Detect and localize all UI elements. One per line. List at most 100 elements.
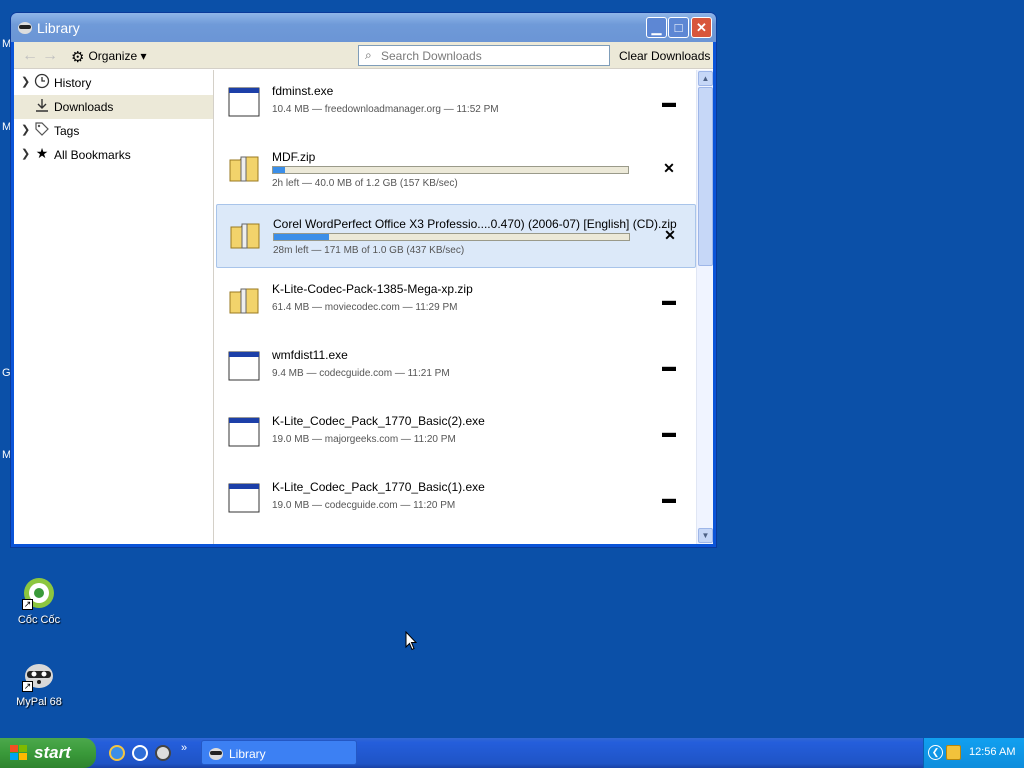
exe-file-icon [228, 86, 260, 118]
zip-file-icon [228, 284, 260, 316]
download-row[interactable]: Corel WordPerfect Office X3 Professio...… [216, 204, 696, 268]
shortcut-arrow-icon: ↗ [22, 681, 33, 692]
download-filename: K-Lite-Codec-Pack-1385-Mega-xp.zip [272, 282, 473, 296]
media-player-icon[interactable] [155, 745, 171, 761]
exe-file-icon [228, 350, 260, 382]
download-row[interactable]: K-Lite-Codec-Pack-1385-Mega-xp.zip 61.4 … [216, 270, 696, 334]
zip-file-icon [229, 219, 261, 251]
cancel-download-icon[interactable]: ✕ [662, 227, 678, 243]
organize-label: Organize [88, 49, 138, 63]
desktop-icon-label: MyPal 68 [16, 696, 62, 708]
raccoon-icon: ↗ [22, 658, 56, 692]
taskbar: start » Library ❮ 12:56 AM [0, 738, 1024, 768]
download-filename: Corel WordPerfect Office X3 Professio...… [273, 217, 677, 231]
download-progress-bar [272, 166, 629, 174]
download-status: 9.4 MB — codecguide.com — 11:21 PM [272, 368, 450, 379]
sidebar-item-all-bookmarks[interactable]: ❯ ★ All Bookmarks [14, 143, 213, 167]
scroll-up-button[interactable]: ▲ [698, 71, 713, 86]
clock[interactable]: 12:56 AM [969, 746, 1015, 758]
desktop-icon-mypal[interactable]: ↗ MyPal 68 [1, 658, 77, 708]
sidebar-item-label: History [54, 76, 92, 90]
library-sidebar: ❯ History Downloads ❯ Tags ❯ ★ All Bookm… [14, 70, 214, 544]
download-row[interactable]: MDF.zip 2h left — 40.0 MB of 1.2 GB (157… [216, 138, 696, 202]
close-button[interactable]: ✕ [691, 17, 712, 38]
tag-icon [34, 121, 50, 137]
clock-icon [34, 73, 50, 89]
start-button[interactable]: start [0, 738, 96, 768]
library-window: Library ▁ □ ✕ ← → ⚙ Organize ▾ ⌕ Search D… [10, 12, 717, 548]
search-placeholder: Search Downloads [381, 49, 482, 63]
organize-menu-button[interactable]: ⚙ Organize ▾ [71, 48, 147, 66]
download-row[interactable]: K-Lite_Codec_Pack_1770_Basic(2).exe 19.0… [216, 402, 696, 466]
download-filename: fdminst.exe [272, 84, 334, 98]
desktop-icon-label: Cốc Cốc [17, 614, 61, 626]
window-title: Library [37, 20, 80, 36]
expand-chevron-icon[interactable]: ❯ [21, 123, 30, 136]
gear-icon: ⚙ [71, 49, 85, 66]
expand-chevron-icon[interactable]: ❯ [21, 147, 30, 160]
open-folder-icon[interactable]: ▬ [661, 94, 677, 110]
mouse-cursor-icon [405, 630, 418, 651]
sidebar-item-label: All Bookmarks [54, 148, 131, 162]
download-status: 61.4 MB — moviecodec.com — 11:29 PM [272, 302, 458, 313]
sidebar-item-history[interactable]: ❯ History [14, 71, 213, 95]
desktop-icon-coccoc[interactable]: ↗ Cốc Cốc [1, 576, 77, 626]
download-status: 10.4 MB — freedownloadmanager.org — 11:5… [272, 104, 499, 115]
show-hidden-icons-button[interactable]: ❮ [928, 745, 943, 760]
progress-fill [274, 234, 330, 240]
open-folder-icon[interactable]: ▬ [661, 490, 677, 506]
scroll-down-button[interactable]: ▼ [698, 528, 713, 543]
mypal-app-icon [17, 19, 33, 35]
forward-arrow-icon[interactable]: → [42, 47, 58, 65]
download-filename: MDF.zip [272, 150, 316, 164]
search-icon: ⌕ [365, 48, 372, 62]
minimize-button[interactable]: ▁ [646, 17, 667, 38]
download-row[interactable]: fdminst.exe 10.4 MB — freedownloadmanage… [216, 72, 696, 136]
download-arrow-icon [34, 97, 50, 113]
exe-file-icon [228, 416, 260, 448]
sidebar-item-downloads[interactable]: Downloads [14, 95, 213, 119]
download-filename: wmfdist11.exe [272, 348, 348, 362]
window-client-area: ← → ⚙ Organize ▾ ⌕ Search Downloads Clear… [14, 42, 713, 544]
taskbar-button-label: Library [229, 747, 266, 761]
download-progress-bar [273, 233, 630, 241]
download-filename: K-Lite_Codec_Pack_1770_Basic(1).exe [272, 480, 485, 494]
exe-file-icon [228, 482, 260, 514]
quicklaunch-more-icon[interactable]: » [181, 742, 187, 754]
open-folder-icon[interactable]: ▬ [661, 292, 677, 308]
maximize-button[interactable]: □ [668, 17, 689, 38]
scroll-thumb[interactable] [698, 87, 713, 266]
download-status: 2h left — 40.0 MB of 1.2 GB (157 KB/sec) [272, 178, 458, 189]
downloads-list: fdminst.exe 10.4 MB — freedownloadmanage… [215, 70, 696, 544]
clear-downloads-button[interactable]: Clear Downloads [619, 49, 710, 63]
shortcut-arrow-icon: ↗ [22, 599, 33, 610]
download-row[interactable]: K-Lite_Codec_Pack_1770_Basic(1).exe 19.0… [216, 468, 696, 532]
zip-file-icon [228, 152, 260, 184]
download-status: 19.0 MB — codecguide.com — 11:20 PM [272, 500, 456, 511]
back-arrow-icon[interactable]: ← [22, 47, 38, 65]
browser-quicklaunch-icon[interactable] [132, 745, 148, 761]
windows-flag-icon [10, 745, 28, 761]
window-titlebar[interactable]: Library ▁ □ ✕ [11, 13, 716, 42]
vertical-scrollbar[interactable]: ▲ ▼ [696, 70, 713, 544]
sidebar-item-label: Downloads [54, 100, 114, 114]
tray-app-icon[interactable] [946, 745, 961, 760]
taskbar-button-library[interactable]: Library [201, 740, 357, 765]
download-status: 19.0 MB — majorgeeks.com — 11:20 PM [272, 434, 456, 445]
expand-chevron-icon[interactable]: ❯ [21, 75, 30, 88]
download-row[interactable]: wmfdist11.exe 9.4 MB — codecguide.com — … [216, 336, 696, 400]
start-label: start [34, 743, 71, 762]
search-downloads-input[interactable]: ⌕ Search Downloads [358, 45, 610, 66]
download-status: 28m left — 171 MB of 1.0 GB (437 KB/sec) [273, 245, 465, 256]
star-icon: ★ [35, 145, 49, 161]
system-tray: ❮ 12:56 AM [923, 738, 1024, 768]
sidebar-item-label: Tags [54, 124, 80, 138]
mypal-app-icon [208, 745, 224, 761]
cancel-download-icon[interactable]: ✕ [661, 160, 677, 176]
progress-fill [273, 167, 286, 173]
open-folder-icon[interactable]: ▬ [661, 358, 677, 374]
internet-explorer-icon[interactable] [109, 745, 125, 761]
open-folder-icon[interactable]: ▬ [661, 424, 677, 440]
sidebar-item-tags[interactable]: ❯ Tags [14, 119, 213, 143]
download-filename: K-Lite_Codec_Pack_1770_Basic(2).exe [272, 414, 485, 428]
